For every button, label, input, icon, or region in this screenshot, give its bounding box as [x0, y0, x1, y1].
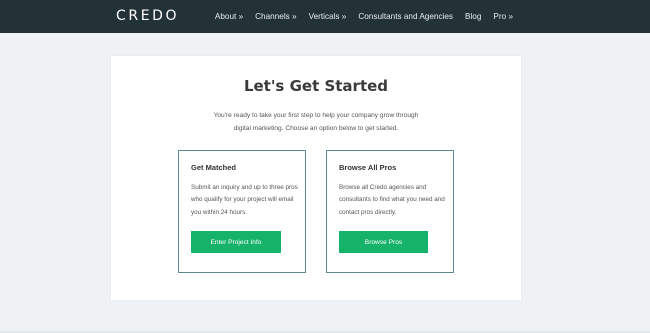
nav-blog[interactable]: Blog	[465, 12, 481, 21]
main-nav: About » Channels » Verticals » Consultan…	[215, 0, 513, 33]
option-title: Browse All Pros	[339, 163, 397, 172]
browse-pros-button[interactable]: Browse Pros	[339, 231, 428, 253]
enter-project-info-button[interactable]: Enter Project Info	[191, 231, 281, 253]
option-description: Browse all Credo agencies and consultant…	[339, 184, 445, 216]
option-browse-all-pros: Browse All Pros Browse all Credo agencie…	[326, 150, 454, 273]
get-started-card: Let's Get Started You're ready to take y…	[111, 56, 521, 300]
top-navbar: CREDO About » Channels » Verticals » Con…	[0, 0, 650, 33]
option-get-matched: Get Matched Submit an inquiry and up to …	[178, 150, 306, 273]
nav-channels[interactable]: Channels »	[255, 12, 296, 21]
nav-verticals[interactable]: Verticals »	[309, 12, 347, 21]
credo-logo[interactable]: CREDO	[116, 8, 179, 24]
page-subtitle: You're ready to take your first step to …	[213, 112, 419, 132]
option-description: Submit an inquiry and up to three pros w…	[191, 184, 298, 216]
nav-about[interactable]: About »	[215, 12, 243, 21]
nav-consultants-agencies[interactable]: Consultants and Agencies	[358, 12, 453, 21]
page-title: Let's Get Started	[243, 77, 389, 95]
nav-pro[interactable]: Pro »	[493, 12, 513, 21]
option-title: Get Matched	[191, 163, 237, 172]
